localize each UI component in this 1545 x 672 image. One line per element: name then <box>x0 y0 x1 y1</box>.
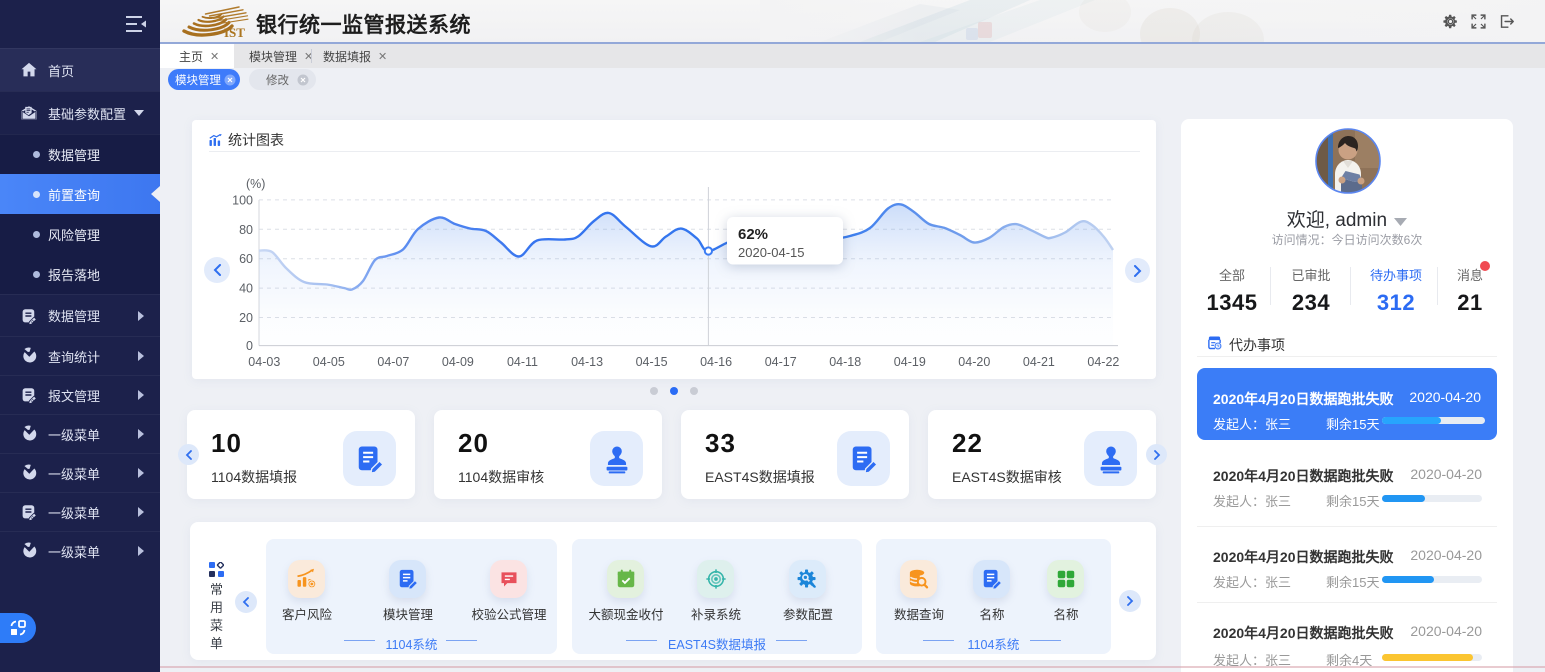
svg-text:62%: 62% <box>738 226 768 243</box>
svg-text:04-22: 04-22 <box>1087 355 1119 369</box>
svg-text:04-15: 04-15 <box>636 355 668 369</box>
svg-text:20: 20 <box>239 311 253 325</box>
svg-text:60: 60 <box>239 252 253 266</box>
svg-text:04-21: 04-21 <box>1023 355 1055 369</box>
svg-text:04-20: 04-20 <box>958 355 990 369</box>
svg-text:04-13: 04-13 <box>571 355 603 369</box>
svg-text:40: 40 <box>239 282 253 296</box>
svg-text:04-09: 04-09 <box>442 355 474 369</box>
svg-text:04-19: 04-19 <box>894 355 926 369</box>
svg-text:(%): (%) <box>246 177 265 191</box>
svg-text:04-11: 04-11 <box>507 355 538 369</box>
svg-text:04-07: 04-07 <box>377 355 409 369</box>
svg-text:2020-04-15: 2020-04-15 <box>738 245 805 260</box>
svg-text:04-03: 04-03 <box>248 355 280 369</box>
svg-text:04-16: 04-16 <box>700 355 732 369</box>
svg-text:0: 0 <box>246 339 253 353</box>
svg-text:04-05: 04-05 <box>313 355 345 369</box>
svg-text:100: 100 <box>232 193 253 207</box>
svg-text:IST: IST <box>224 25 245 40</box>
svg-text:04-17: 04-17 <box>765 355 797 369</box>
svg-text:80: 80 <box>239 223 253 237</box>
svg-text:04-18: 04-18 <box>829 355 861 369</box>
